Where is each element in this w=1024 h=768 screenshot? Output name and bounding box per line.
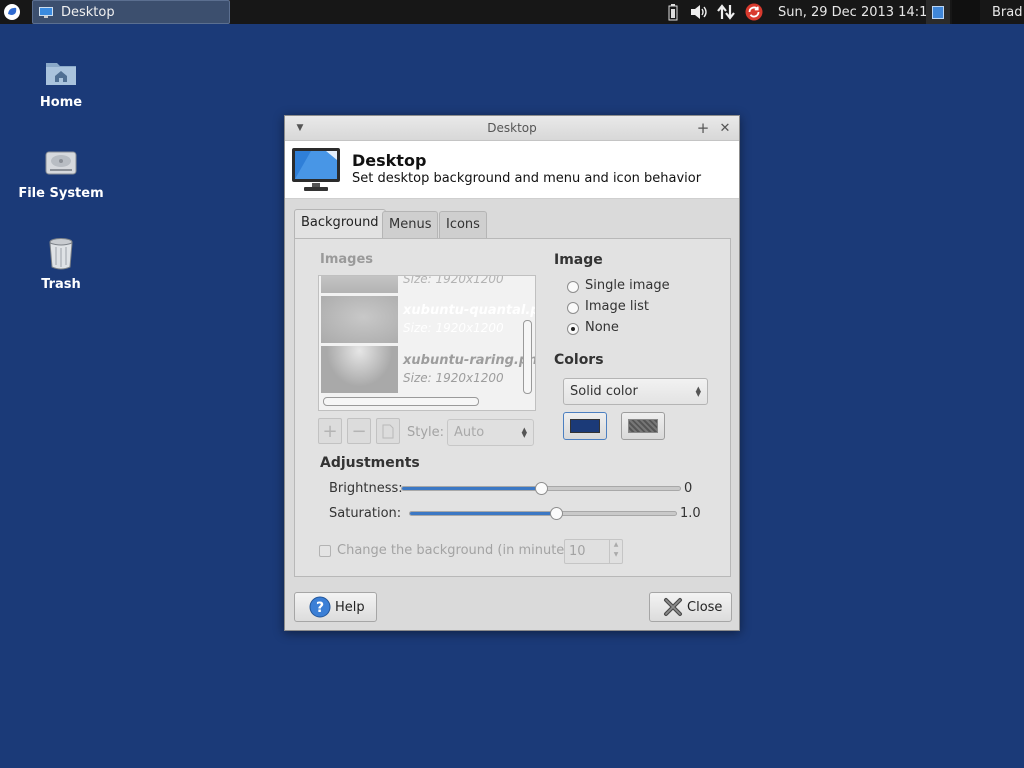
battery-icon[interactable] [664,0,682,24]
brightness-slider[interactable] [401,482,681,495]
window-titlebar[interactable]: ▼ Desktop + ✕ [285,116,739,141]
spinner-arrows-icon: ▲ ▼ [609,540,622,563]
desktop-icon-file-system[interactable]: File System [11,148,111,201]
saturation-slider-handle[interactable] [550,507,564,520]
minutes-value: 10 [569,544,586,559]
desktop-icon-label: Trash [41,277,81,292]
home-folder-icon [46,63,76,85]
remove-image-button[interactable]: − [347,418,371,444]
image-list-horizontal-scrollbar[interactable] [323,397,479,406]
image-size: Size: 1920x1200 [403,321,504,335]
brightness-value: 0 [684,481,693,496]
taskbar-button-label: Desktop [61,4,115,20]
colors-section-label: Colors [554,352,604,368]
radio-single-image[interactable] [567,281,579,293]
taskbar-button-desktop[interactable]: Desktop [32,0,230,24]
image-size: Size: 1920x1200 [403,371,504,385]
workspace-window-thumb [932,5,944,19]
minus-icon: − [351,420,367,442]
document-icon [382,424,394,438]
image-thumbnail[interactable] [321,296,398,343]
primary-color-button[interactable] [563,412,607,440]
spinner-arrows-icon: ▲ ▼ [695,384,701,398]
clock[interactable]: Sun, 29 Dec 2013 14:14 [778,0,936,24]
tab-background[interactable]: Background [294,209,386,238]
brightness-label: Brightness: [329,481,403,496]
dialog-header-subtitle: Set desktop background and menu and icon… [352,171,702,186]
user-menu[interactable]: Brad [992,0,1022,24]
desktop-icon-label: File System [18,186,104,201]
xfce-mouse-icon [4,4,20,20]
spinner-arrows-icon: ▲ ▼ [521,425,527,439]
background-tab-panel: Images Size: 1920x1200 xubuntu-quantal.p… [294,238,731,577]
help-icon: ? [309,596,331,618]
close-button[interactable]: Close [649,592,732,622]
saturation-value: 1.0 [680,506,701,521]
images-section-label: Images [320,252,374,267]
close-icon [664,598,682,616]
brightness-slider-handle[interactable] [535,482,548,495]
image-thumbnail[interactable] [321,346,398,393]
plus-icon: + [322,420,338,442]
dialog-header-title: Desktop [352,151,427,170]
change-background-minutes-spinner[interactable]: 10 ▲ ▼ [564,539,623,564]
change-background-checkbox[interactable] [319,545,331,557]
style-combo[interactable]: Auto ▲ ▼ [447,419,534,446]
style-label: Style: [407,425,445,440]
radio-image-list[interactable] [567,302,579,314]
secondary-color-button[interactable] [621,412,665,440]
saturation-label: Saturation: [329,506,402,521]
image-list[interactable]: Size: 1920x1200 xubuntu-quantal.p Size: … [318,275,536,411]
help-button[interactable]: ? Help [294,592,377,622]
hard-drive-icon [45,151,77,175]
trash-icon [49,238,73,270]
monitor-icon [292,148,340,191]
help-button-label: Help [335,599,365,615]
image-list-vertical-scrollbar[interactable] [523,320,532,394]
volume-icon[interactable] [688,0,710,24]
plus-icon: + [696,119,710,137]
image-section-label: Image [554,252,603,268]
update-notifier-icon[interactable] [745,0,763,24]
radio-image-list-label[interactable]: Image list [585,299,649,314]
top-panel: Desktop Sun, 29 Dec 2013 14:14 Brad [0,0,1024,24]
tab-icons[interactable]: Icons [439,211,487,238]
image-properties-button[interactable] [376,418,400,444]
saturation-slider[interactable] [409,507,677,520]
applications-menu-button[interactable] [0,0,24,24]
network-icon[interactable] [717,0,735,24]
desktop-icon-trash[interactable]: Trash [11,237,111,292]
radio-none-label[interactable]: None [585,320,619,335]
add-image-button[interactable]: + [318,418,342,444]
image-size: Size: 1920x1200 [403,275,504,286]
dialog-header: Desktop Set desktop background and menu … [285,141,739,199]
secondary-color-swatch [628,419,658,433]
workspace-1[interactable] [926,0,950,24]
stick-window-button[interactable]: + [694,119,712,137]
adjustments-section-label: Adjustments [320,455,420,471]
close-icon: ✕ [719,120,731,136]
desktop-icon-home[interactable]: Home [11,55,111,110]
image-thumbnail[interactable] [321,276,398,293]
workspace-2[interactable] [952,0,980,24]
radio-single-image-label[interactable]: Single image [585,278,670,293]
close-window-button[interactable]: ✕ [716,119,734,137]
desktop-icon-label: Home [39,95,83,110]
change-background-label[interactable]: Change the background (in minutes): [337,543,581,558]
image-name[interactable]: xubuntu-quantal.p [403,303,535,318]
primary-color-swatch [570,419,600,433]
color-mode-combo[interactable]: Solid color ▲ ▼ [563,378,708,405]
tab-menus[interactable]: Menus [382,211,439,238]
desktop-settings-window: ▼ Desktop + ✕ Desktop Set desktop backgr… [284,115,740,631]
saturation-slider-fill [410,512,557,515]
monitor-icon [39,6,53,18]
window-title: Desktop [487,121,537,135]
style-combo-value: Auto [454,425,485,440]
close-button-label: Close [687,599,723,615]
color-mode-value: Solid color [570,384,638,399]
brightness-slider-fill [402,487,541,490]
image-name[interactable]: xubuntu-raring.pn [403,353,535,368]
radio-none[interactable] [567,323,579,335]
svg-text:?: ? [316,600,324,616]
